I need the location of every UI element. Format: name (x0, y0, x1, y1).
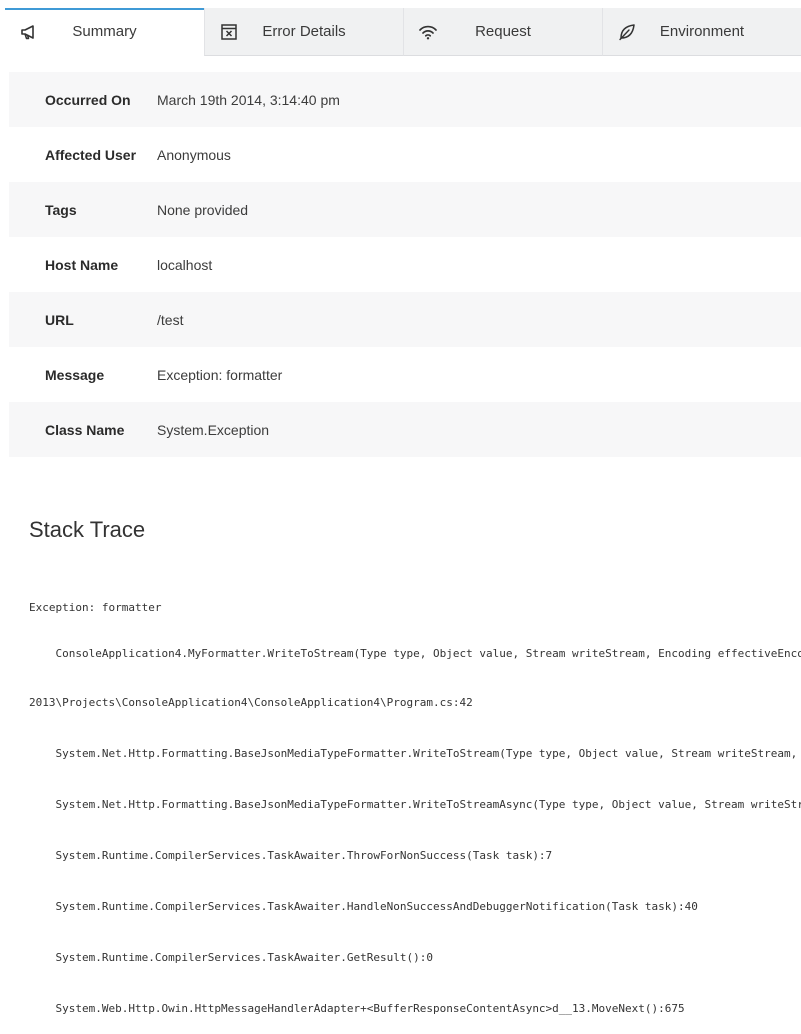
detail-key: Affected User (45, 146, 137, 163)
detail-row-tags: Tags None provided (9, 182, 801, 237)
detail-value: Anonymous (157, 146, 231, 163)
detail-value: Exception: formatter (157, 366, 283, 383)
detail-key: Message (45, 366, 105, 383)
detail-value: /test (157, 311, 184, 328)
tab-bar: Summary Error Details Request Environmen… (5, 8, 801, 56)
stack-trace-line: System.Runtime.CompilerServices.TaskAwai… (29, 900, 698, 913)
stack-trace-line: System.Runtime.CompilerServices.TaskAwai… (29, 951, 433, 964)
detail-value: March 19th 2014, 3:14:40 pm (157, 91, 340, 108)
detail-row-url: URL /test (9, 292, 801, 347)
stack-trace-line: Exception: formatter (29, 601, 162, 614)
summary-details-table: Occurred On March 19th 2014, 3:14:40 pm … (9, 72, 801, 457)
detail-value: localhost (157, 256, 213, 273)
tab-error-details-label: Error Details (262, 23, 346, 40)
stack-trace-line: 2013\Projects\ConsoleApplication4\Consol… (29, 696, 473, 709)
detail-key: Occurred On (45, 91, 131, 108)
detail-row-message: Message Exception: formatter (9, 347, 801, 402)
tab-summary[interactable]: Summary (5, 8, 204, 56)
stack-trace-block: Exception: formatter ConsoleApplication4… (29, 568, 801, 1034)
stack-trace-line: System.Net.Http.Formatting.BaseJsonMedia… (55, 798, 801, 811)
tab-request-label: Request (475, 23, 531, 40)
detail-key: Host Name (45, 256, 119, 273)
stack-trace-heading: Stack Trace (29, 517, 146, 542)
detail-key: Tags (45, 201, 77, 218)
tab-environment[interactable]: Environment (602, 8, 801, 56)
tab-error-details[interactable]: Error Details (204, 8, 403, 56)
stack-trace-line: System.Web.Http.Owin.HttpMessageHandlerA… (29, 1002, 685, 1015)
stack-trace-line: System.Net.Http.Formatting.BaseJsonMedia… (55, 747, 798, 760)
stack-trace-line: System.Runtime.CompilerServices.TaskAwai… (29, 849, 553, 862)
detail-row-occurred-on: Occurred On March 19th 2014, 3:14:40 pm (9, 72, 801, 127)
detail-value: System.Exception (157, 421, 270, 438)
tab-request[interactable]: Request (403, 8, 602, 56)
detail-row-affected-user: Affected User Anonymous (9, 127, 801, 182)
detail-value: None provided (157, 201, 249, 218)
detail-key: URL (45, 311, 74, 328)
detail-key: Class Name (45, 421, 125, 438)
tab-summary-label: Summary (72, 23, 137, 40)
stack-trace-line: ConsoleApplication4.MyFormatter.WriteToS… (29, 647, 801, 660)
tab-environment-label: Environment (659, 23, 745, 40)
detail-row-class-name: Class Name System.Exception (9, 402, 801, 457)
detail-row-host-name: Host Name localhost (9, 237, 801, 292)
